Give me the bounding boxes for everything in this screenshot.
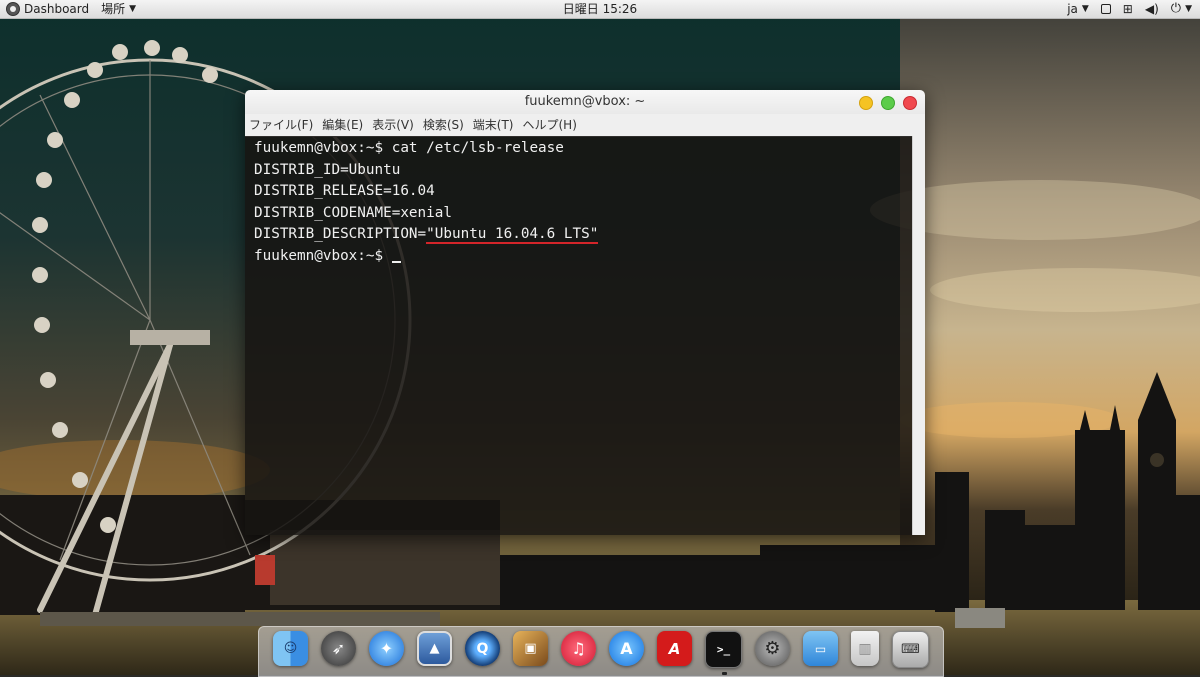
menu-edit[interactable]: 編集(E) [322,114,363,136]
terminal-line: fuukemn@vbox:~$ cat /etc/lsb-release [254,140,564,156]
launchpad-icon[interactable]: ➶ [321,631,356,666]
dashboard-button[interactable]: Dashboard [6,1,89,17]
menu-file[interactable]: ファイル(F) [249,114,313,136]
places-menu[interactable]: 場所 ▼ [101,1,136,17]
prompt: fuukemn@vbox:~$ [254,247,392,264]
power-icon: ⏻ [1170,1,1182,16]
volume-icon[interactable]: ◀) [1145,2,1159,16]
menu-terminal[interactable]: 端末(T) [473,114,514,136]
safari-icon[interactable]: ✦ [369,631,404,666]
power-menu[interactable]: ⏻ ▼ [1171,1,1192,17]
terminal-line-description: DISTRIB_DESCRIPTION="Ubuntu 16.04.6 LTS" [254,224,913,246]
music-icon[interactable]: ♫ [561,631,596,666]
scrollbar[interactable] [912,136,925,535]
terminal-window[interactable]: fuukemn@vbox: ~ ファイル(F) 編集(E) 表示(V) 検索(S… [245,90,925,535]
menu-view[interactable]: 表示(V) [372,114,414,136]
dashboard-label: Dashboard [24,2,90,16]
trash-icon[interactable]: ▥ [851,631,879,666]
maximize-button[interactable] [881,96,895,110]
chevron-down-icon: ▼ [1081,4,1089,14]
app-store-icon[interactable]: A [609,631,644,666]
chevron-down-icon: ▼ [129,4,137,14]
language-label: ja [1067,2,1078,16]
description-key: DISTRIB_DESCRIPTION= [254,226,427,243]
minimize-button[interactable] [859,96,873,110]
menu-search[interactable]: 検索(S) [423,114,464,136]
chevron-down-icon: ▼ [1185,4,1192,14]
terminal-line: DISTRIB_ID=Ubuntu [254,161,401,178]
highlighted-version: "Ubuntu 16.04.6 LTS" [426,226,599,245]
software-icon[interactable]: ⌨ [892,631,929,668]
adobe-reader-icon[interactable]: A [657,631,692,666]
close-button[interactable] [903,96,917,110]
dock: ☺ ➶ ✦ ▲ Q ▣ ♫ A A >_ ⚙ ▭ ▥ ⌨ [258,626,944,677]
terminal-line: DISTRIB_RELEASE=16.04 [254,183,435,200]
preview-icon[interactable]: ▲ [417,631,452,666]
window-icon[interactable] [1100,4,1111,14]
window-title: fuukemn@vbox: ~ [524,94,646,109]
ubuntu-logo-icon [6,2,20,16]
terminal-line: DISTRIB_CODENAME=xenial [254,204,452,221]
clock[interactable]: 日曜日 15:26 [563,2,637,16]
quicktime-icon[interactable]: Q [465,631,500,666]
finder-icon[interactable]: ☺ [273,631,308,666]
files-icon[interactable]: ▭ [803,631,838,666]
system-settings-icon[interactable]: ⚙ [755,631,790,666]
menu-help[interactable]: ヘルプ(H) [523,114,577,136]
terminal-icon[interactable]: >_ [705,631,742,675]
menu-bar: ファイル(F) 編集(E) 表示(V) 検索(S) 端末(T) ヘルプ(H) [245,114,925,137]
network-icon[interactable]: ⊞ [1123,2,1133,16]
top-panel: Dashboard 場所 ▼ 日曜日 15:26 ja ▼ ⊞ ◀) ⏻ ▼ [0,0,1200,19]
photos-icon[interactable]: ▣ [513,631,548,666]
terminal-output[interactable]: fuukemn@vbox:~$ cat /etc/lsb-release DIS… [245,136,913,535]
cursor [391,247,401,263]
terminal-prompt-line: fuukemn@vbox:~$ [254,246,913,268]
places-label: 場所 [101,2,126,16]
language-indicator[interactable]: ja ▼ [1067,1,1089,17]
title-bar[interactable]: fuukemn@vbox: ~ [245,90,925,114]
terminal-glyph: >_ [716,643,731,656]
adobe-glyph: A [668,639,681,658]
